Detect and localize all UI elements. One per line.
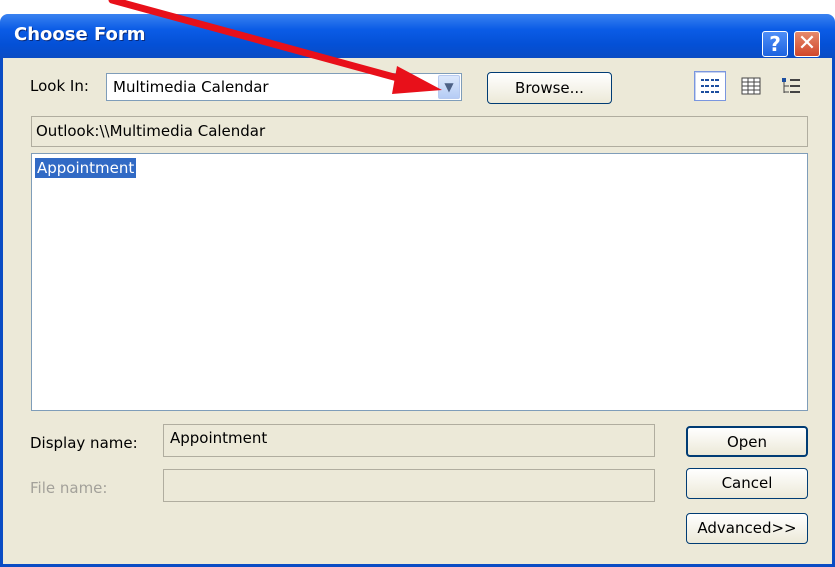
file-name-label: File name: [30,479,108,497]
details-view-icon [741,77,761,95]
file-name-field [163,469,655,502]
path-text: Outlook:\\Multimedia Calendar [36,122,266,140]
form-list[interactable]: Appointment [31,153,808,411]
browse-button[interactable]: Browse... [487,72,612,104]
window-title: Choose Form [14,24,146,45]
chevron-down-icon[interactable]: ▼ [438,75,460,99]
display-name-field: Appointment [163,424,655,457]
cancel-button[interactable]: Cancel [686,468,808,499]
display-name-label: Display name: [30,434,138,452]
properties-view-icon [782,78,800,93]
details-view-button[interactable] [735,71,767,101]
close-button[interactable]: ✕ [794,31,820,57]
path-display: Outlook:\\Multimedia Calendar [31,116,808,147]
properties-view-button[interactable] [775,71,807,101]
display-name-value: Appointment [170,429,268,447]
choose-form-dialog: Choose Form ? ✕ Look In: Multimedia Cale… [0,0,835,567]
open-button[interactable]: Open [686,426,808,457]
list-view-icon [701,79,719,93]
advanced-button[interactable]: Advanced>> [686,513,808,544]
title-bar: Choose Form ? ✕ [0,14,835,58]
look-in-value: Multimedia Calendar [113,78,269,96]
look-in-dropdown[interactable]: Multimedia Calendar ▼ [106,73,462,101]
list-item[interactable]: Appointment [35,158,137,178]
help-button[interactable]: ? [762,31,788,57]
list-view-button[interactable] [694,71,726,101]
look-in-label: Look In: [30,77,89,95]
